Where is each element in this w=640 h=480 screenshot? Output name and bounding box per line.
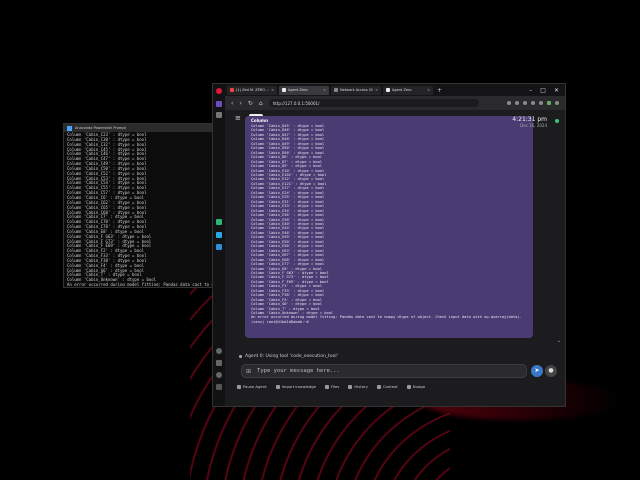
agent-status: Agent 0: Using tool 'code_execution_tool… — [239, 354, 338, 359]
terminal-titlebar[interactable]: Anaconda Powershell Prompt — [64, 124, 212, 132]
tab-label: Network Access Chat for — [340, 88, 374, 92]
extension-icon[interactable] — [531, 101, 535, 105]
extension-icon[interactable] — [539, 101, 543, 105]
address-bar: ‹ › ↻ ⌂ http://127.0.0.1:50001/ — [213, 96, 565, 110]
messenger-icon[interactable] — [216, 232, 222, 238]
message-input-box[interactable]: ⊞ — [241, 364, 527, 378]
import-icon — [275, 384, 280, 389]
folder-icon — [325, 384, 330, 389]
reload-icon[interactable]: ↻ — [248, 100, 253, 107]
close-tab-icon[interactable]: × — [427, 88, 430, 92]
extension-icon[interactable] — [523, 101, 527, 105]
message-title: Column — [251, 118, 268, 123]
action-label: Nudge — [412, 384, 426, 389]
action-label: History — [354, 384, 368, 389]
tab-1[interactable]: Agent Zero × — [279, 85, 329, 95]
browser-sidebar — [213, 84, 225, 406]
status-text: Agent 0: Using tool 'code_execution_tool… — [245, 354, 338, 359]
close-window-button[interactable]: ✕ — [554, 87, 559, 94]
forward-icon[interactable]: › — [239, 100, 241, 107]
attach-icon[interactable]: ⊞ — [246, 368, 251, 375]
terminal-title: Anaconda Powershell Prompt — [75, 126, 126, 130]
home-icon[interactable] — [216, 112, 222, 118]
nudge-button[interactable]: Nudge — [406, 384, 426, 389]
menu-icon[interactable] — [555, 101, 559, 105]
close-tab-icon[interactable]: × — [323, 88, 326, 92]
youtube-icon — [230, 88, 234, 92]
tab-label: Agent Zero — [288, 88, 308, 92]
agent-zero-chat: ≡ A Column Column 'Cabin_D45' : dtype = … — [225, 110, 565, 406]
tab-label: Agent Zero — [392, 88, 412, 92]
import-knowledge-button[interactable]: Import knowledge — [275, 384, 317, 389]
telegram-icon[interactable] — [216, 244, 222, 250]
clock-date: Dec 16, 2024 — [520, 123, 547, 128]
hamburger-menu-icon[interactable]: ≡ — [235, 114, 241, 122]
new-tab-button[interactable]: + — [437, 87, 442, 94]
action-label: Import knowledge — [281, 384, 317, 389]
send-button[interactable]: ➤ — [531, 365, 543, 377]
home-icon[interactable]: ⌂ — [259, 100, 263, 107]
terminal-output[interactable]: Column 'Cabin_C23' : dtype = bool Column … — [64, 132, 212, 286]
back-icon[interactable]: ‹ — [231, 100, 233, 107]
context-button[interactable]: Context — [376, 384, 398, 389]
action-bar: Pause Agent Import knowledge Files Histo… — [237, 384, 425, 389]
action-label: Files — [331, 384, 340, 389]
message-content[interactable]: Column 'Cabin_D45' : dtype = bool Column … — [251, 124, 531, 336]
tab-bar: (1) Zed M. ZERO - Sebla× Agent Zero× Net… — [213, 84, 565, 96]
url-field[interactable]: http://127.0.0.1:50001/ — [268, 99, 479, 107]
tab-3[interactable]: Agent Zero × — [383, 85, 433, 95]
window-controls: – □ ✕ — [529, 87, 565, 94]
message-input[interactable] — [255, 367, 510, 375]
opera-logo-icon[interactable] — [216, 88, 222, 94]
history-icon[interactable] — [216, 348, 222, 354]
pause-icon — [237, 384, 241, 389]
aria-icon[interactable] — [216, 101, 222, 107]
files-button[interactable]: Files — [325, 384, 339, 389]
nudge-icon — [406, 384, 411, 389]
minimize-button[interactable]: – — [529, 87, 532, 94]
microphone-button[interactable]: ● — [545, 365, 557, 377]
history-icon — [348, 384, 353, 389]
tab-2[interactable]: Network Access Chat for× — [331, 85, 381, 95]
close-tab-icon[interactable]: × — [271, 88, 274, 92]
browser-window[interactable]: (1) Zed M. ZERO - Sebla× Agent Zero× Net… — [212, 83, 566, 407]
clock: 4:21:31 pm Dec 16, 2024 — [512, 116, 547, 128]
maximize-button[interactable]: □ — [540, 87, 546, 94]
extension-icon[interactable] — [507, 101, 511, 105]
github-icon — [334, 88, 338, 92]
action-label: Context — [382, 384, 398, 389]
terminal-icon — [67, 125, 72, 131]
status-dot-icon — [239, 355, 242, 358]
message-bubble: Column Column 'Cabin_D45' : dtype = bool… — [245, 116, 533, 338]
connection-status-dot — [555, 119, 559, 123]
output-line: An error occurred during model fitting: … — [67, 282, 212, 286]
more-icon[interactable] — [216, 384, 222, 390]
close-tab-icon[interactable]: × — [375, 88, 378, 92]
pause-agent-button[interactable]: Pause Agent — [237, 384, 267, 389]
extensions-bar — [507, 101, 559, 105]
terminal-window[interactable]: Anaconda Powershell Prompt Column 'Cabin… — [63, 123, 213, 288]
tab-label: (1) Zed M. ZERO - Sebla — [236, 88, 269, 92]
agent-zero-icon — [386, 88, 390, 92]
extension-icon[interactable] — [515, 101, 519, 105]
scroll-down-icon[interactable]: ⌄ — [557, 338, 561, 344]
whatsapp-icon[interactable] — [216, 219, 222, 225]
context-icon — [376, 384, 381, 389]
tab-0[interactable]: (1) Zed M. ZERO - Sebla× — [227, 85, 277, 95]
output-line: (venv) root@41bd1d8abab:~# — [251, 319, 311, 324]
bookmarks-icon[interactable] — [216, 360, 222, 366]
action-label: Pause Agent — [243, 384, 267, 389]
agent-zero-icon — [282, 88, 286, 92]
settings-icon[interactable] — [216, 372, 222, 378]
profile-icon[interactable] — [547, 101, 551, 105]
clock-time: 4:21:31 pm — [512, 116, 547, 123]
history-button[interactable]: History — [348, 384, 368, 389]
